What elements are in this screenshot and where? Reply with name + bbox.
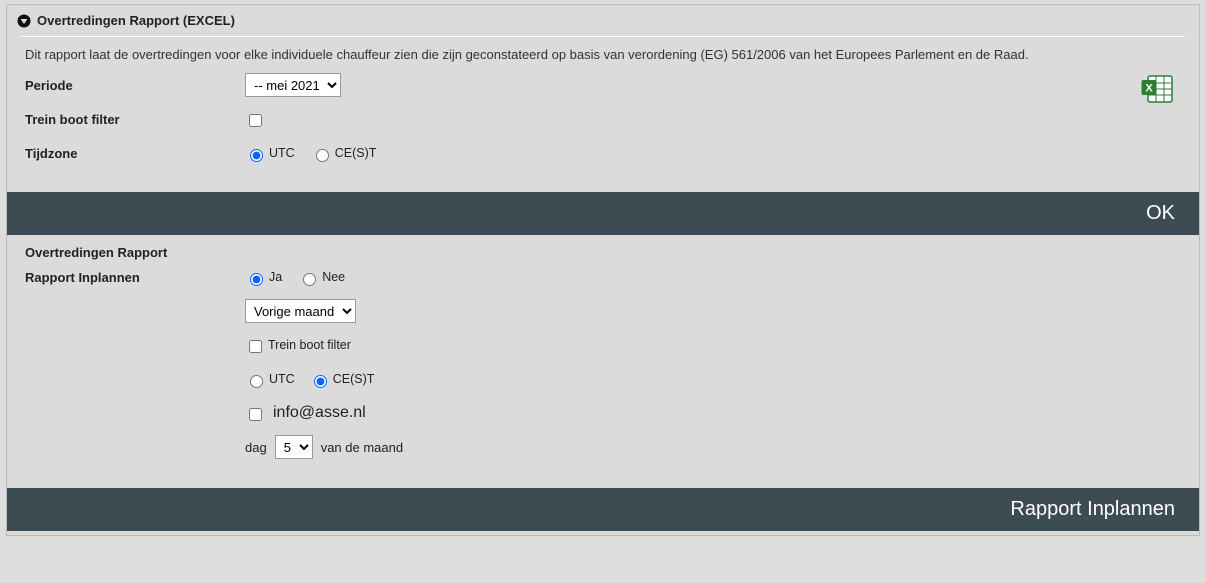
report-form: X Periode -- mei 2021 Trein boot filter … (7, 62, 1199, 188)
tz2-utc-text: UTC (269, 372, 295, 386)
trein-boot-text-2: Trein boot filter (268, 338, 351, 352)
tijdzone-label: Tijdzone (25, 146, 245, 161)
excel-icon[interactable]: X (1141, 74, 1175, 107)
email-address: info@asse.nl (273, 404, 366, 422)
trein-boot-checkbox-2[interactable] (249, 340, 262, 353)
inplannen-ja-option[interactable]: Ja (245, 269, 282, 285)
inplannen-nee-radio[interactable] (303, 273, 316, 286)
day-suffix: van de maand (321, 440, 403, 455)
range-select[interactable]: Vorige maand (245, 299, 356, 323)
trein-boot-checkbox[interactable] (249, 114, 262, 127)
ok-button-label: OK (1146, 202, 1175, 224)
tz2-utc-radio[interactable] (250, 375, 263, 388)
tz-cest-option[interactable]: CE(S)T (311, 145, 377, 161)
rapport-inplannen-label: Rapport Inplannen (1010, 498, 1175, 520)
inplannen-ja-radio[interactable] (250, 273, 263, 286)
ok-button[interactable]: OK (7, 192, 1199, 235)
periode-label: Periode (25, 78, 245, 93)
svg-text:X: X (1145, 83, 1153, 95)
inplannen-nee-text: Nee (322, 270, 345, 284)
section-title: Overtredingen Rapport (EXCEL) (37, 13, 235, 28)
section-header: Overtredingen Rapport (EXCEL) (7, 5, 1199, 34)
tz2-cest-text: CE(S)T (333, 372, 375, 386)
tz-cest-radio[interactable] (316, 149, 329, 162)
tz2-utc-option[interactable]: UTC (245, 371, 295, 387)
tz2-cest-option[interactable]: CE(S)T (309, 371, 375, 387)
trein-boot-option-2[interactable]: Trein boot filter (245, 336, 351, 355)
email-checkbox[interactable] (249, 408, 262, 421)
tz-cest-text: CE(S)T (335, 146, 377, 160)
report-description: Dit rapport laat de overtredingen voor e… (7, 47, 1199, 62)
trein-boot-label: Trein boot filter (25, 112, 245, 127)
inplannen-label: Rapport Inplannen (25, 270, 245, 285)
tz-utc-radio[interactable] (250, 149, 263, 162)
day-prefix: dag (245, 440, 267, 455)
inplannen-ja-text: Ja (269, 270, 282, 284)
rapport-inplannen-button[interactable]: Rapport Inplannen (7, 488, 1199, 531)
schedule-section-title: Overtredingen Rapport (7, 235, 1199, 260)
periode-select[interactable]: -- mei 2021 (245, 73, 341, 97)
report-panel: Overtredingen Rapport (EXCEL) Dit rappor… (6, 4, 1200, 536)
day-select[interactable]: 5 (275, 435, 313, 459)
tz-utc-text: UTC (269, 146, 295, 160)
inplannen-nee-option[interactable]: Nee (298, 269, 345, 285)
tz2-cest-radio[interactable] (314, 375, 327, 388)
divider (21, 36, 1185, 37)
tz-utc-option[interactable]: UTC (245, 145, 295, 161)
collapse-toggle-icon[interactable] (17, 14, 31, 28)
schedule-form: Rapport Inplannen Ja Nee Vorige maand (7, 260, 1199, 484)
